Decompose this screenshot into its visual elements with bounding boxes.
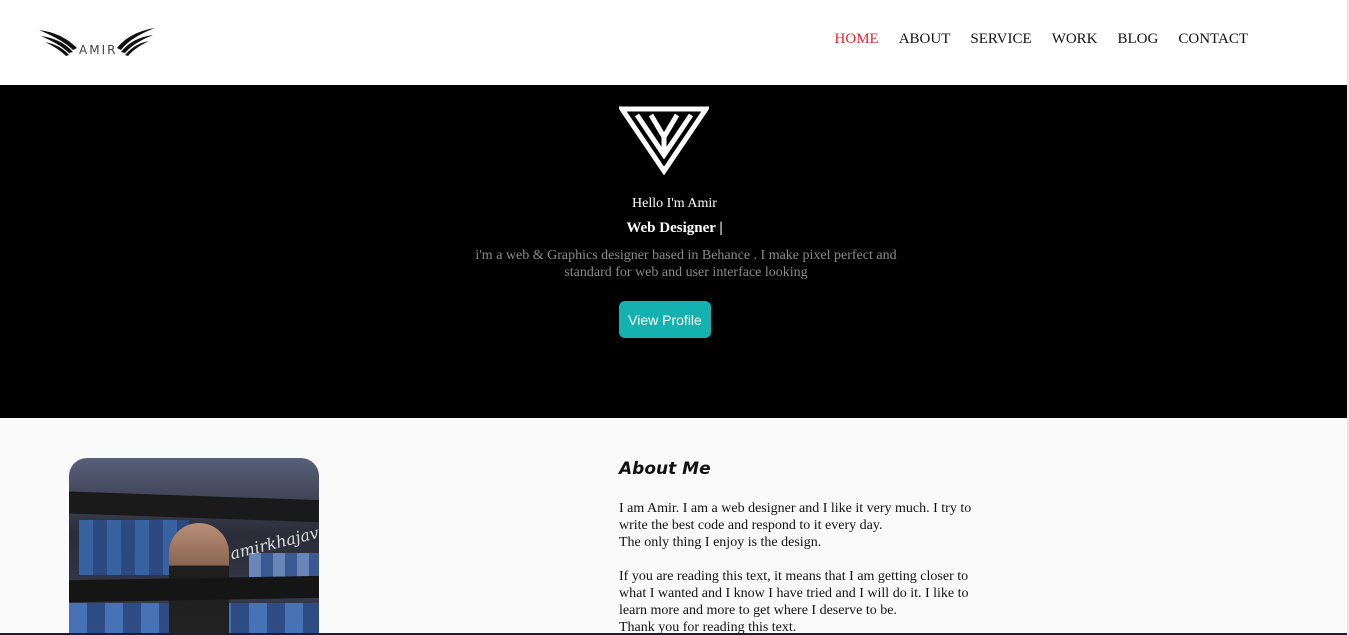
profile-photo: amirkhajavi [69,458,319,635]
nav-item-contact[interactable]: CONTACT [1178,31,1248,48]
about-paragraph: I am Amir. I am a web designer and I lik… [619,501,972,533]
hero-greeting: Hello I'm Amir [632,196,717,211]
hero-description: i'm a web & Graphics designer based in B… [475,248,897,280]
about-paragraph: The only thing I enjoy is the design. [619,535,822,550]
hero-section: Hello I'm Amir Web Designer | i'm a web … [0,85,1349,418]
nav-item-blog[interactable]: BLOG [1118,31,1159,48]
view-profile-button[interactable]: View Profile [619,301,711,338]
brand-logo[interactable]: AMIR [37,26,157,62]
about-paragraph: If you are reading this text, it means t… [619,569,969,618]
nav-item-home[interactable]: HOME [835,31,879,48]
main-nav: HOME ABOUT SERVICE WORK BLOG CONTACT [815,31,1248,48]
nav-item-work[interactable]: WORK [1052,31,1098,48]
site-header: AMIR HOME ABOUT SERVICE WORK BLOG CONTAC… [0,0,1349,85]
logo-text: AMIR [79,43,118,57]
hero-title: Web Designer | [626,220,723,236]
triangle-logo-icon [617,105,711,176]
about-body: I am Amir. I am a web designer and I lik… [619,500,989,635]
about-title: About Me [619,459,711,479]
nav-item-service[interactable]: SERVICE [970,31,1031,48]
nav-item-about[interactable]: ABOUT [899,31,951,48]
